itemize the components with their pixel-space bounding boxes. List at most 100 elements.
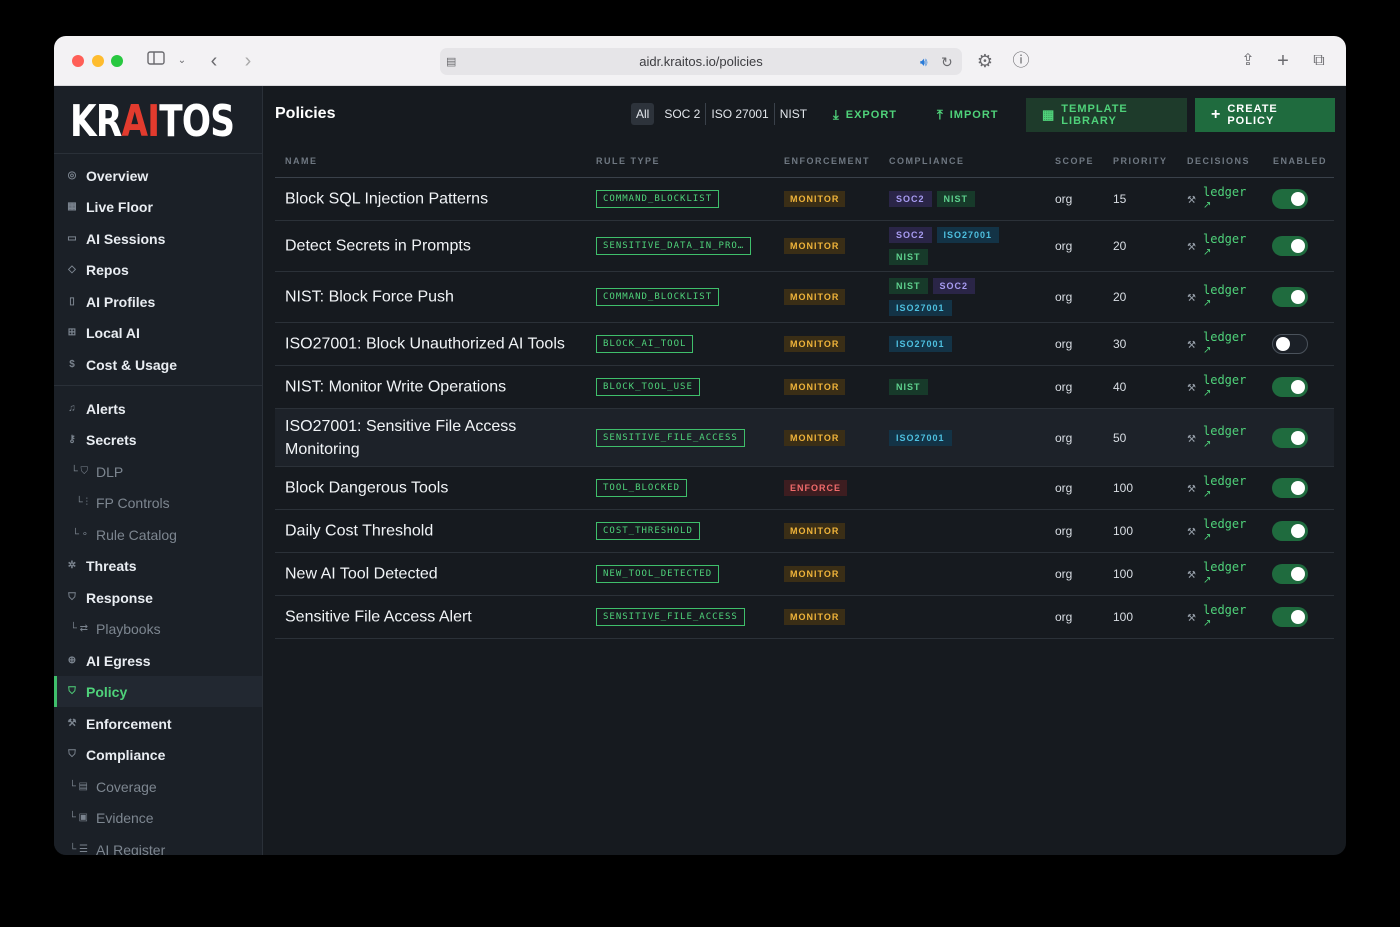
decisions-ledger-link[interactable]: ⚒ ledger ↗ bbox=[1187, 560, 1257, 588]
reload-icon[interactable]: ↻ bbox=[941, 51, 953, 73]
sidebar-item-rule-catalog[interactable]: └ ∘ Rule Catalog bbox=[54, 519, 262, 550]
table-row[interactable]: NIST: Block Force Push COMMAND_BLOCKLIST M… bbox=[275, 272, 1334, 323]
column-header-name[interactable]: NAME bbox=[285, 156, 318, 166]
decisions-ledger-link[interactable]: ⚒ ledger ↗ bbox=[1187, 517, 1257, 545]
template-library-button[interactable]: ▦ TEMPLATE LIBRARY bbox=[1026, 98, 1187, 132]
policy-name[interactable]: Daily Cost Threshold bbox=[285, 520, 575, 543]
sidebar-item-playbooks[interactable]: └ ⇄ Playbooks bbox=[54, 613, 262, 644]
policy-name[interactable]: NIST: Monitor Write Operations bbox=[285, 376, 575, 399]
policy-name[interactable]: Sensitive File Access Alert bbox=[285, 606, 575, 629]
sidebar-item-repos[interactable]: ◇ Repos bbox=[54, 254, 262, 285]
enabled-toggle[interactable] bbox=[1272, 236, 1308, 256]
sidebar-item-ai-profiles[interactable]: ▯ AI Profiles bbox=[54, 286, 262, 317]
table-row[interactable]: Daily Cost Threshold COST_THRESHOLD MONITO… bbox=[275, 510, 1334, 553]
filter-nist[interactable]: NIST bbox=[775, 103, 812, 125]
sidebar-item-ai-register[interactable]: └ ☰ AI Register bbox=[54, 834, 262, 856]
sidebar-item-coverage[interactable]: └ ▤ Coverage bbox=[54, 771, 262, 802]
table-row[interactable]: Sensitive File Access Alert SENSITIVE_FIL… bbox=[275, 596, 1334, 639]
enabled-toggle[interactable] bbox=[1272, 377, 1308, 397]
sidebar-item-fp-controls[interactable]: └ ⫶ FP Controls bbox=[54, 487, 262, 518]
enabled-toggle[interactable] bbox=[1272, 189, 1308, 209]
sidebar-item-local-ai[interactable]: ⊞ Local AI bbox=[54, 317, 262, 348]
settings-gear-icon[interactable]: ⚙ bbox=[974, 50, 996, 72]
decisions-ledger-link[interactable]: ⚒ ledger ↗ bbox=[1187, 232, 1257, 260]
policy-name[interactable]: Block Dangerous Tools bbox=[285, 477, 575, 500]
enabled-toggle[interactable] bbox=[1272, 287, 1308, 307]
gavel-icon: ⚒ bbox=[1187, 195, 1196, 206]
sidebar-item-enforcement[interactable]: ⚒ Enforcement bbox=[54, 708, 262, 739]
column-header-decisions[interactable]: DECISIONS bbox=[1187, 156, 1250, 166]
rule-type-badge: SENSITIVE_FILE_ACCESS bbox=[596, 608, 745, 626]
chevron-down-icon[interactable]: ⌄ bbox=[176, 50, 188, 72]
sidebar-item-response[interactable]: ⛉ Response bbox=[54, 582, 262, 613]
sidebar-item-dlp[interactable]: └ ⛉ DLP bbox=[54, 456, 262, 487]
table-row[interactable]: ISO27001: Block Unauthorized AI Tools BLO… bbox=[275, 323, 1334, 366]
enabled-toggle[interactable] bbox=[1272, 521, 1308, 541]
policy-name[interactable]: Block SQL Injection Patterns bbox=[285, 188, 575, 211]
policy-name[interactable]: Detect Secrets in Prompts bbox=[285, 235, 575, 258]
sidebar-item-cost-usage[interactable]: $ Cost & Usage bbox=[54, 349, 262, 380]
column-header-enabled[interactable]: ENABLED bbox=[1273, 156, 1327, 166]
sidebar-item-threats[interactable]: ✲ Threats bbox=[54, 550, 262, 581]
filter-soc-2[interactable]: SOC 2 bbox=[659, 103, 707, 125]
filter-all[interactable]: All bbox=[631, 103, 655, 125]
table-row[interactable]: Detect Secrets in Prompts SENSITIVE_DATA_… bbox=[275, 221, 1334, 272]
sidebar-item-live-floor[interactable]: ▦ Live Floor bbox=[54, 191, 262, 222]
sidebar-item-evidence[interactable]: └ ▣ Evidence bbox=[54, 802, 262, 833]
policy-name[interactable]: ISO27001: Sensitive File Access Monitori… bbox=[285, 415, 575, 461]
forward-icon[interactable]: › bbox=[238, 50, 258, 72]
sidebar-toggle-icon[interactable] bbox=[146, 50, 166, 72]
column-header-compliance[interactable]: COMPLIANCE bbox=[889, 156, 965, 166]
column-header-enforcement[interactable]: ENFORCEMENT bbox=[784, 156, 870, 166]
policy-name[interactable]: New AI Tool Detected bbox=[285, 563, 575, 586]
decisions-ledger-link[interactable]: ⚒ ledger ↗ bbox=[1187, 424, 1257, 452]
address-bar[interactable]: ▤ aidr.kraitos.io/policies 🔊︎ ↻ bbox=[440, 48, 962, 75]
decisions-ledger-link[interactable]: ⚒ ledger ↗ bbox=[1187, 330, 1257, 358]
share-icon[interactable]: ⇪ bbox=[1238, 50, 1258, 72]
enabled-toggle[interactable] bbox=[1272, 334, 1308, 354]
sidebar-item-ai-egress[interactable]: ⊕ AI Egress bbox=[54, 645, 262, 676]
sidebar-item-alerts[interactable]: ♫ Alerts bbox=[54, 393, 262, 424]
filter-iso-27001[interactable]: ISO 27001 bbox=[706, 103, 775, 125]
policy-name[interactable]: ISO27001: Block Unauthorized AI Tools bbox=[285, 333, 575, 356]
decisions-ledger-link[interactable]: ⚒ ledger ↗ bbox=[1187, 185, 1257, 213]
table-row[interactable]: ISO27001: Sensitive File Access Monitori… bbox=[275, 409, 1334, 467]
scope-value: org bbox=[1055, 239, 1073, 253]
table-row[interactable]: NIST: Monitor Write Operations BLOCK_TOOL… bbox=[275, 366, 1334, 409]
export-button[interactable]: ⤓ EXPORT bbox=[833, 98, 897, 132]
enabled-toggle[interactable] bbox=[1272, 564, 1308, 584]
tabs-overview-icon[interactable]: ⧉ bbox=[1309, 50, 1329, 72]
column-header-priority[interactable]: PRIORITY bbox=[1113, 156, 1168, 166]
decisions-ledger-link[interactable]: ⚒ ledger ↗ bbox=[1187, 283, 1257, 311]
sidebar-item-compliance[interactable]: ⛉ Compliance bbox=[54, 739, 262, 770]
enabled-toggle[interactable] bbox=[1272, 427, 1308, 448]
table-row[interactable]: New AI Tool Detected NEW_TOOL_DETECTED MON… bbox=[275, 553, 1334, 596]
kraitos-logo[interactable]: KRAITOS bbox=[70, 96, 235, 147]
column-header-rule-type[interactable]: RULE TYPE bbox=[596, 156, 660, 166]
compliance-tags: SOC2 ISO27001 NIST bbox=[889, 227, 1029, 265]
create-policy-button[interactable]: + CREATE POLICY bbox=[1195, 98, 1335, 132]
import-button[interactable]: ⤒ IMPORT bbox=[937, 98, 999, 132]
maximize-window-button[interactable] bbox=[111, 55, 123, 67]
decisions-ledger-link[interactable]: ⚒ ledger ↗ bbox=[1187, 373, 1257, 401]
decisions-ledger-link[interactable]: ⚒ ledger ↗ bbox=[1187, 474, 1257, 502]
enabled-toggle[interactable] bbox=[1272, 478, 1308, 498]
close-window-button[interactable] bbox=[72, 55, 84, 67]
enabled-toggle[interactable] bbox=[1272, 607, 1308, 627]
sidebar-item-ai-sessions[interactable]: ▭ AI Sessions bbox=[54, 223, 262, 254]
column-header-scope[interactable]: SCOPE bbox=[1055, 156, 1094, 166]
new-tab-plus-icon[interactable]: + bbox=[1273, 50, 1293, 72]
policy-name[interactable]: NIST: Block Force Push bbox=[285, 286, 575, 309]
minimize-window-button[interactable] bbox=[92, 55, 104, 67]
speaker-icon[interactable]: 🔊︎ bbox=[920, 51, 928, 73]
sidebar-item-overview[interactable]: ◎ Overview bbox=[54, 160, 262, 191]
sidebar-item-secrets[interactable]: ⚷ Secrets bbox=[54, 424, 262, 455]
info-icon[interactable]: ⓘ bbox=[1010, 50, 1032, 72]
shield-icon: ⛉ bbox=[68, 686, 76, 697]
sidebar-item-policy[interactable]: ⛉ Policy bbox=[54, 676, 262, 707]
table-row[interactable]: Block Dangerous Tools TOOL_BLOCKED ENFORCE… bbox=[275, 467, 1334, 510]
table-row[interactable]: Block SQL Injection Patterns COMMAND_BLOC… bbox=[275, 178, 1334, 221]
external-arrow-icon: ↗ bbox=[1203, 489, 1212, 500]
back-icon[interactable]: ‹ bbox=[204, 50, 224, 72]
decisions-ledger-link[interactable]: ⚒ ledger ↗ bbox=[1187, 603, 1257, 631]
